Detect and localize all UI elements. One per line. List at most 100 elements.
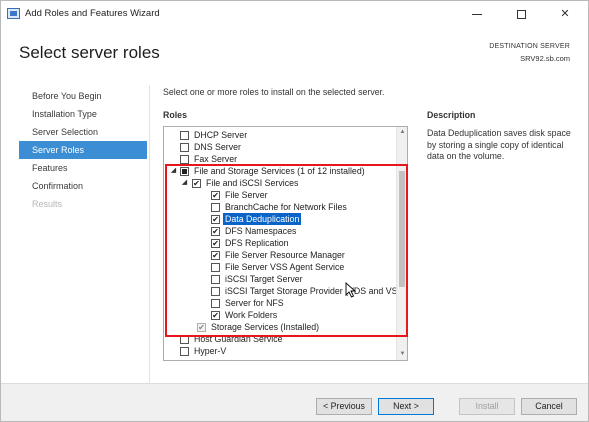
role-row-hyper-v[interactable]: Hyper-V [164, 345, 396, 357]
role-row-file-and-storage-services-1-of-12-installed[interactable]: ◢ File and Storage Services (1 of 12 inst… [164, 165, 396, 177]
wizard-steps-nav: Before You Begin Installation Type Server … [19, 87, 147, 213]
scroll-down-icon[interactable]: ▼ [397, 349, 407, 360]
install-button[interactable]: Install [459, 398, 515, 415]
role-checkbox[interactable] [211, 287, 220, 296]
role-checkbox[interactable] [211, 275, 220, 284]
role-label: DHCP Server [194, 130, 248, 140]
role-checkbox[interactable]: ✔ [211, 215, 220, 224]
check-icon: ✔ [212, 311, 219, 320]
role-row-dns-server[interactable]: DNS Server [164, 141, 396, 153]
role-row-data-deduplication[interactable]: ✔ Data Deduplication [164, 213, 396, 225]
role-row-fax-server[interactable]: Fax Server [164, 153, 396, 165]
nav-divider [149, 85, 150, 385]
role-row-server-for-nfs[interactable]: Server for NFS [164, 297, 396, 309]
role-checkbox[interactable] [180, 335, 189, 344]
minimize-icon [472, 13, 482, 15]
cancel-button[interactable]: Cancel [521, 398, 577, 415]
role-row-host-guardian-service[interactable]: Host Guardian Service [164, 333, 396, 345]
nav-item-results: Results [32, 199, 63, 209]
role-label: DFS Replication [225, 238, 289, 248]
instruction-text: Select one or more roles to install on t… [163, 87, 385, 97]
role-row-file-server[interactable]: ✔ File Server [164, 189, 396, 201]
maximize-icon [516, 9, 526, 19]
mouse-cursor-icon [345, 282, 357, 298]
role-row-file-server-resource-manager[interactable]: ✔ File Server Resource Manager [164, 249, 396, 261]
role-label: iSCSI Target Server [225, 274, 303, 284]
role-row-branchcache-for-network-files[interactable]: BranchCache for Network Files [164, 201, 396, 213]
role-checkbox[interactable]: ✔ [211, 239, 220, 248]
wizard-window: Add Roles and Features Wizard ✕ Select s… [0, 0, 589, 422]
role-label: BranchCache for Network Files [225, 202, 347, 212]
maximize-button[interactable] [499, 1, 543, 27]
role-checkbox[interactable]: ✔ [192, 179, 201, 188]
destination-server-name: SRV92.sb.com [520, 54, 570, 63]
role-checkbox[interactable] [211, 299, 220, 308]
role-checkbox[interactable] [180, 155, 189, 164]
nav-item-server-roles[interactable]: Server Roles [19, 141, 147, 159]
role-checkbox[interactable] [211, 263, 220, 272]
role-row-dfs-replication[interactable]: ✔ DFS Replication [164, 237, 396, 249]
roles-heading: Roles [163, 110, 187, 120]
window-title: Add Roles and Features Wizard [25, 8, 160, 19]
role-label: Storage Services (Installed) [211, 322, 320, 332]
role-checkbox: ✔ [197, 323, 206, 332]
nav-item-features[interactable]: Features [19, 159, 147, 177]
close-icon: ✕ [560, 8, 570, 20]
role-checkbox[interactable] [180, 131, 189, 140]
server-manager-icon [7, 8, 20, 19]
role-label: File and Storage Services (1 of 12 insta… [194, 166, 365, 176]
scroll-up-icon[interactable]: ▲ [397, 127, 407, 138]
nav-item-installation-type[interactable]: Installation Type [19, 105, 147, 123]
scroll-thumb[interactable] [399, 171, 405, 287]
role-row-work-folders[interactable]: ✔ Work Folders [164, 309, 396, 321]
roles-vertical-scrollbar[interactable]: ▲ ▼ [396, 127, 407, 360]
page-title: Select server roles [19, 43, 160, 62]
destination-server-label: DESTINATION SERVER [489, 43, 570, 50]
role-row-file-and-iscsi-services[interactable]: ◢ ✔ File and iSCSI Services [164, 177, 396, 189]
title-bar: Add Roles and Features Wizard ✕ [1, 1, 588, 27]
role-label: File and iSCSI Services [206, 178, 299, 188]
role-label: DNS Server [194, 142, 241, 152]
check-icon: ✔ [198, 323, 205, 332]
role-row-file-server-vss-agent-service[interactable]: File Server VSS Agent Service [164, 261, 396, 273]
description-text: Data Deduplication saves disk space by s… [427, 128, 571, 161]
roles-tree-list[interactable]: DHCP Server DNS Server Fax Server ◢ File and… [163, 126, 408, 361]
role-row-dfs-namespaces[interactable]: ✔ DFS Namespaces [164, 225, 396, 237]
check-icon: ✔ [212, 191, 219, 200]
previous-button[interactable]: < Previous [316, 398, 372, 415]
next-button[interactable]: Next > [378, 398, 434, 415]
role-checkbox[interactable]: ✔ [211, 251, 220, 260]
role-checkbox[interactable]: ✔ [211, 191, 220, 200]
role-label: Work Folders [225, 310, 278, 320]
check-icon: ✔ [212, 251, 219, 260]
role-label: Fax Server [194, 154, 238, 164]
role-row-storage-services-installed[interactable]: ✔ Storage Services (Installed) [164, 321, 396, 333]
check-icon: ✔ [212, 215, 219, 224]
role-checkbox[interactable]: ✔ [211, 311, 220, 320]
expand-collapse-icon[interactable]: ◢ [169, 165, 178, 177]
role-row-iscsi-target-server[interactable]: iSCSI Target Server [164, 273, 396, 285]
minimize-button[interactable] [455, 1, 499, 27]
role-row-iscsi-target-storage-provider-vds-and-vss[interactable]: iSCSI Target Storage Provider (VDS and V… [164, 285, 403, 297]
role-row-dhcp-server[interactable]: DHCP Server [164, 129, 396, 141]
close-button[interactable]: ✕ [543, 1, 587, 27]
role-label: Data Deduplication [223, 213, 302, 225]
nav-item-confirmation[interactable]: Confirmation [19, 177, 147, 195]
check-icon: ✔ [193, 179, 200, 188]
role-label: File Server [225, 190, 268, 200]
role-checkbox[interactable] [180, 167, 189, 176]
role-label: DFS Namespaces [225, 226, 297, 236]
check-icon: ✔ [212, 239, 219, 248]
expand-collapse-icon[interactable]: ◢ [180, 177, 189, 189]
nav-item-before-you-begin[interactable]: Before You Begin [19, 87, 147, 105]
role-label: iSCSI Target Storage Provider (VDS and V… [225, 286, 404, 296]
role-label: Hyper-V [194, 346, 227, 356]
role-checkbox[interactable] [211, 203, 220, 212]
role-checkbox[interactable] [180, 347, 189, 356]
role-checkbox[interactable] [180, 143, 189, 152]
role-checkbox[interactable]: ✔ [211, 227, 220, 236]
nav-item-server-selection[interactable]: Server Selection [19, 123, 147, 141]
check-icon: ✔ [212, 227, 219, 236]
description-heading: Description [427, 110, 476, 120]
role-label: File Server Resource Manager [225, 250, 345, 260]
